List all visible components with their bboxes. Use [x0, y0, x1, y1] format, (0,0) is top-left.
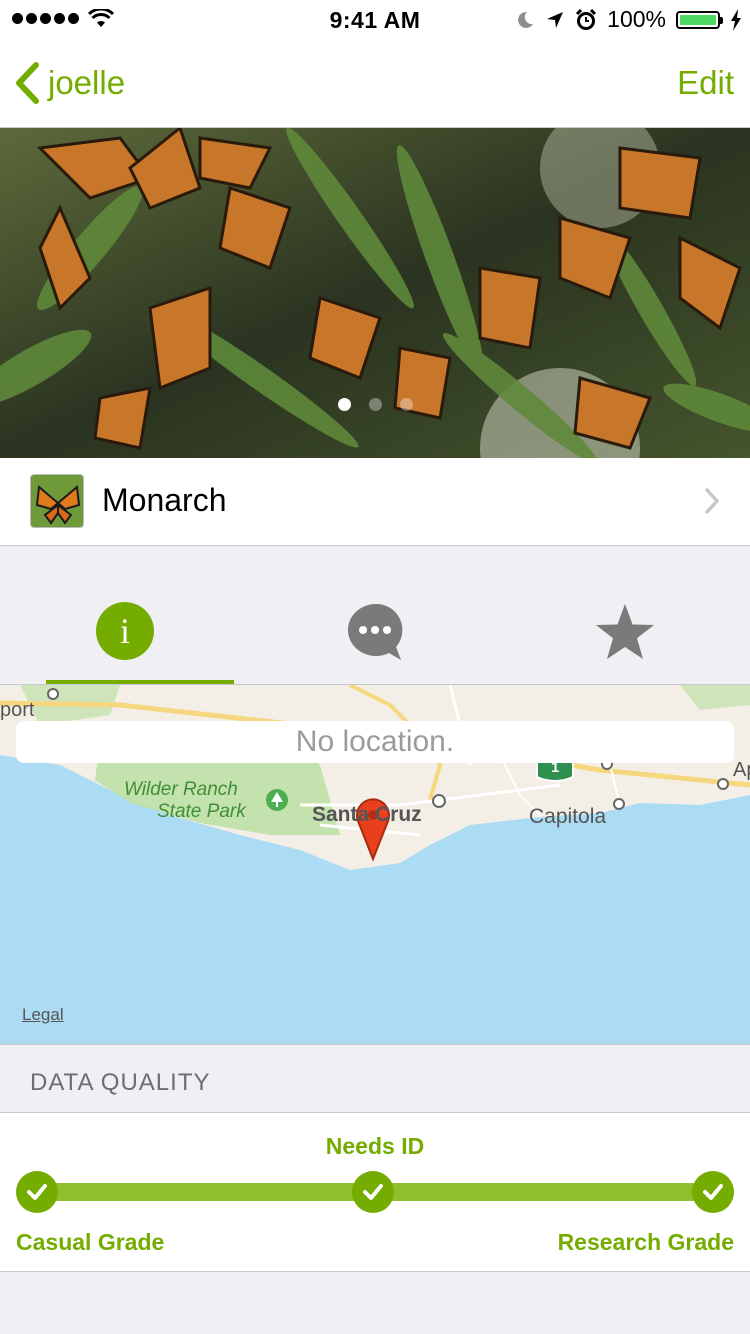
status-right-group: 100% — [515, 6, 742, 33]
tab-info[interactable]: i — [0, 590, 250, 684]
tab-faves[interactable] — [500, 590, 750, 684]
taxon-row[interactable]: Monarch — [0, 458, 750, 546]
needs-id-label: Needs ID — [325, 1133, 425, 1159]
observation-tabs: i — [0, 590, 750, 684]
location-map[interactable]: port Wilder Ranch State Park Santa Cruz … — [0, 684, 750, 1045]
taxon-thumbnail — [30, 474, 84, 528]
map-label-ap: Ap — [733, 759, 750, 781]
map-label-santa-cruz: Santa Cruz — [312, 803, 422, 826]
no-location-banner: No location. — [16, 721, 734, 763]
page-dot-2[interactable] — [368, 398, 382, 411]
map-legal-link[interactable]: Legal — [22, 1005, 64, 1025]
map-label-wilder-ranch: Wilder Ranch — [124, 779, 238, 800]
back-button-label: joelle — [48, 64, 126, 101]
chevron-left-icon — [16, 62, 39, 104]
tab-activity[interactable] — [250, 590, 500, 684]
casual-grade-label: Casual Grade — [16, 1229, 165, 1255]
data-quality-header: DATA QUALITY — [0, 1044, 750, 1112]
photo-page-indicator[interactable] — [0, 398, 750, 411]
info-icon: i — [96, 602, 154, 660]
comment-icon — [347, 603, 403, 660]
research-check-icon — [692, 1171, 734, 1213]
page-dot-3[interactable] — [399, 398, 413, 411]
back-button[interactable]: joelle — [14, 62, 125, 104]
battery-percentage: 100% — [607, 6, 666, 32]
taxon-name: Monarch — [102, 482, 227, 518]
map-label-capitola: Capitola — [529, 805, 607, 828]
moon-icon — [518, 11, 534, 28]
map-label-state-park: State Park — [157, 801, 246, 822]
map-label-port: port — [0, 699, 35, 721]
charging-bolt-icon — [731, 8, 741, 31]
edit-button[interactable]: Edit — [677, 64, 734, 102]
data-quality-panel: Needs ID Casual Grade Research Grade — [0, 1112, 750, 1272]
page-dot-1[interactable] — [337, 398, 351, 411]
data-quality-title: DATA QUALITY — [30, 1069, 211, 1096]
location-arrow-icon — [547, 11, 564, 28]
navigation-bar: joelle Edit — [0, 40, 750, 128]
casual-check-icon — [16, 1171, 58, 1213]
needs-id-check-icon — [352, 1171, 394, 1213]
chevron-right-icon — [705, 488, 720, 514]
star-icon — [596, 604, 654, 659]
battery-icon — [676, 10, 723, 29]
research-grade-label: Research Grade — [557, 1229, 734, 1255]
status-bar: 9:41 AM 100% — [0, 0, 750, 40]
alarm-icon — [576, 8, 597, 30]
